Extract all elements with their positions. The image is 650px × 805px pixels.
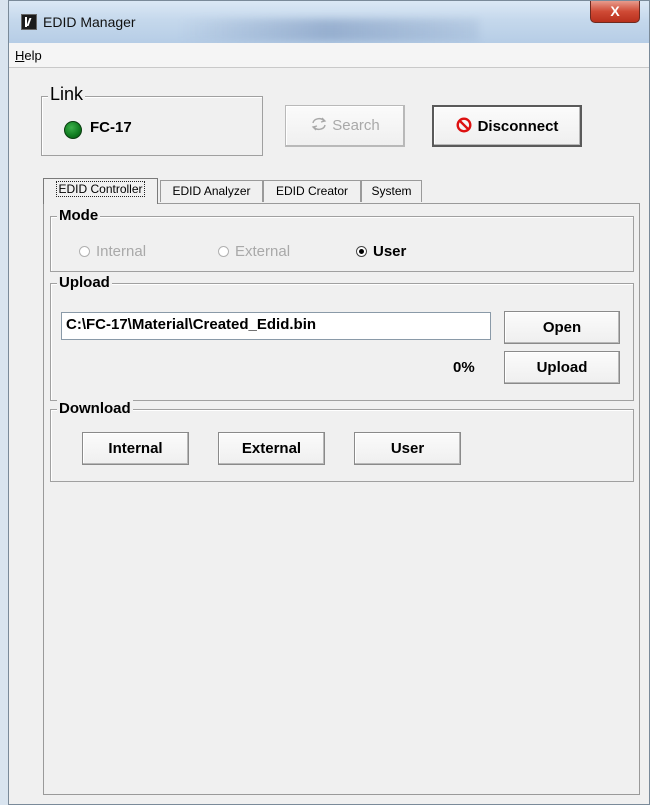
radio-label: External	[235, 243, 291, 260]
edid-file-path-input[interactable]: C:\FC-17\Material\Created_Edid.bin	[61, 312, 491, 340]
radio-circle-icon	[218, 246, 229, 257]
menu-bar: Help	[9, 43, 649, 68]
mode-legend: Mode	[57, 207, 101, 224]
edid-manager-window: EDID Manager X Help Link FC-17 Search Di…	[8, 0, 650, 805]
mode-external-radio[interactable]: External	[218, 243, 290, 260]
title-bar-background	[179, 19, 479, 41]
window-title: EDID Manager	[43, 14, 136, 30]
disconnect-button[interactable]: Disconnect	[432, 105, 582, 147]
tab-label: EDID Analyzer	[172, 184, 251, 198]
linked-device-name: FC-17	[90, 119, 132, 136]
mode-internal-radio[interactable]: Internal	[79, 243, 146, 260]
upload-group: Upload C:\FC-17\Material\Created_Edid.bi…	[50, 274, 634, 401]
tab-label: EDID Controller	[56, 181, 145, 197]
title-bar[interactable]: EDID Manager X	[9, 1, 649, 43]
tab-label: EDID Creator	[275, 184, 349, 198]
download-user-button[interactable]: User	[354, 432, 461, 465]
mode-group: Mode Internal External User	[50, 207, 634, 272]
link-legend: Link	[48, 84, 86, 105]
close-button[interactable]: X	[590, 1, 640, 23]
upload-progress-text: 0%	[453, 359, 475, 376]
radio-selected-icon	[356, 246, 367, 257]
edid-controller-panel: Mode Internal External User Upload C:\FC…	[43, 203, 640, 795]
connection-status-icon	[64, 121, 82, 139]
tab-edid-creator[interactable]: EDID Creator	[263, 180, 361, 202]
mode-user-radio[interactable]: User	[356, 243, 406, 260]
radio-label: User	[373, 243, 407, 260]
no-entry-icon	[456, 117, 472, 133]
menu-help[interactable]: Help	[15, 48, 42, 63]
app-logo-icon	[21, 14, 37, 30]
radio-label: Internal	[96, 243, 147, 260]
download-group: Download Internal External User	[50, 400, 634, 482]
tab-system[interactable]: System	[361, 180, 422, 202]
refresh-search-icon	[311, 117, 327, 131]
tab-label: System	[371, 184, 412, 198]
disconnect-label: Disconnect	[477, 118, 559, 135]
menu-help-hotkey: H	[15, 48, 25, 63]
upload-button[interactable]: Upload	[504, 351, 620, 384]
search-button[interactable]: Search	[285, 105, 405, 147]
tab-edid-controller[interactable]: EDID Controller	[43, 178, 158, 204]
download-legend: Download	[57, 400, 133, 417]
download-external-button[interactable]: External	[218, 432, 325, 465]
link-group: Link FC-17	[41, 84, 263, 156]
download-internal-button[interactable]: Internal	[82, 432, 189, 465]
search-label: Search	[332, 117, 380, 134]
radio-circle-icon	[79, 246, 90, 257]
upload-legend: Upload	[57, 274, 112, 291]
tab-edid-analyzer[interactable]: EDID Analyzer	[160, 180, 263, 202]
open-button[interactable]: Open	[504, 311, 620, 344]
menu-help-label: elp	[24, 48, 42, 63]
